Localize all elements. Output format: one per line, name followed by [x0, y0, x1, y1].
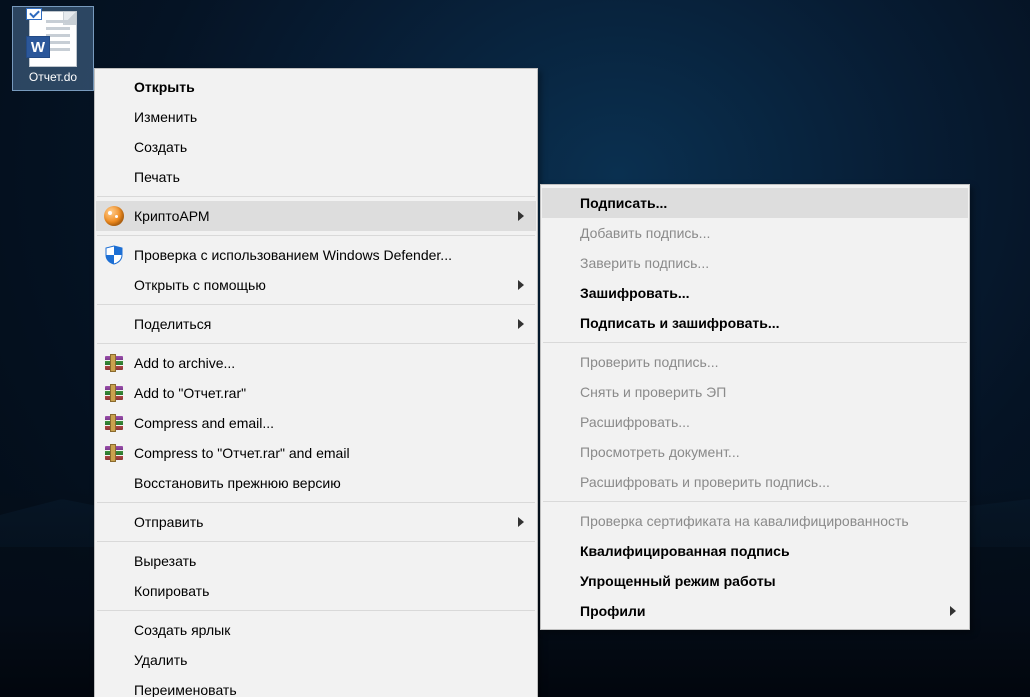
- menu-create-label: Создать: [134, 139, 187, 155]
- submenu-view-document[interactable]: Просмотреть документ...: [542, 437, 968, 467]
- submenu-profiles[interactable]: Профили: [542, 596, 968, 626]
- menu-rename[interactable]: Переименовать: [96, 675, 536, 697]
- menu-cryptoarm[interactable]: КриптоАРМ: [96, 201, 536, 231]
- menu-separator: [543, 342, 967, 343]
- menu-delete[interactable]: Удалить: [96, 645, 536, 675]
- menu-cryptoarm-label: КриптоАРМ: [134, 208, 210, 224]
- menu-create-shortcut-label: Создать ярлык: [134, 622, 230, 638]
- menu-send[interactable]: Отправить: [96, 507, 536, 537]
- menu-open[interactable]: Открыть: [96, 72, 536, 102]
- menu-separator: [97, 343, 535, 344]
- menu-separator: [97, 235, 535, 236]
- menu-add-to-rar[interactable]: Add to "Отчет.rar": [96, 378, 536, 408]
- menu-defender-label: Проверка с использованием Windows Defend…: [134, 247, 452, 263]
- submenu-arrow-icon: [518, 211, 524, 221]
- menu-separator: [543, 501, 967, 502]
- menu-delete-label: Удалить: [134, 652, 187, 668]
- submenu-decrypt[interactable]: Расшифровать...: [542, 407, 968, 437]
- submenu-view-document-label: Просмотреть документ...: [580, 444, 740, 460]
- submenu-sign-encrypt[interactable]: Подписать и зашифровать...: [542, 308, 968, 338]
- menu-compress-to-email[interactable]: Compress to "Отчет.rar" and email: [96, 438, 536, 468]
- submenu-sign-label: Подписать...: [580, 195, 667, 211]
- menu-cut[interactable]: Вырезать: [96, 546, 536, 576]
- winrar-icon: [104, 383, 124, 403]
- menu-copy-label: Копировать: [134, 583, 209, 599]
- menu-compress-to-email-label: Compress to "Отчет.rar" and email: [134, 445, 350, 461]
- menu-open-with[interactable]: Открыть с помощью: [96, 270, 536, 300]
- menu-create-shortcut[interactable]: Создать ярлык: [96, 615, 536, 645]
- menu-restore-previous[interactable]: Восстановить прежнюю версию: [96, 468, 536, 498]
- menu-open-label: Открыть: [134, 79, 195, 95]
- menu-rename-label: Переименовать: [134, 682, 237, 697]
- submenu-arrow-icon: [518, 517, 524, 527]
- menu-add-archive[interactable]: Add to archive...: [96, 348, 536, 378]
- menu-print[interactable]: Печать: [96, 162, 536, 192]
- menu-edit-label: Изменить: [134, 109, 197, 125]
- desktop-file-label: Отчет.do: [27, 69, 79, 85]
- winrar-icon: [104, 353, 124, 373]
- winrar-icon: [104, 413, 124, 433]
- menu-compress-email-label: Compress and email...: [134, 415, 274, 431]
- menu-print-label: Печать: [134, 169, 180, 185]
- menu-cut-label: Вырезать: [134, 553, 196, 569]
- submenu-profiles-label: Профили: [580, 603, 646, 619]
- submenu-simple-mode-label: Упрощенный режим работы: [580, 573, 776, 589]
- submenu-sign[interactable]: Подписать...: [542, 188, 968, 218]
- menu-separator: [97, 541, 535, 542]
- submenu-cert-check[interactable]: Проверка сертификата на кавалифицированн…: [542, 506, 968, 536]
- submenu-add-signature[interactable]: Добавить подпись...: [542, 218, 968, 248]
- submenu-certify-signature-label: Заверить подпись...: [580, 255, 709, 271]
- submenu-certify-signature[interactable]: Заверить подпись...: [542, 248, 968, 278]
- menu-restore-previous-label: Восстановить прежнюю версию: [134, 475, 341, 491]
- submenu-sign-encrypt-label: Подписать и зашифровать...: [580, 315, 780, 331]
- menu-separator: [97, 304, 535, 305]
- submenu-cert-check-label: Проверка сертификата на кавалифицированн…: [580, 513, 909, 529]
- menu-compress-email[interactable]: Compress and email...: [96, 408, 536, 438]
- word-document-icon: W: [29, 11, 77, 67]
- menu-open-with-label: Открыть с помощью: [134, 277, 266, 293]
- menu-separator: [97, 610, 535, 611]
- cryptoarm-submenu: Подписать... Добавить подпись... Заверит…: [540, 184, 970, 630]
- menu-copy[interactable]: Копировать: [96, 576, 536, 606]
- desktop-file-icon[interactable]: W Отчет.do: [12, 6, 94, 91]
- submenu-simple-mode[interactable]: Упрощенный режим работы: [542, 566, 968, 596]
- submenu-arrow-icon: [518, 319, 524, 329]
- submenu-qualified-signature-label: Квалифицированная подпись: [580, 543, 790, 559]
- menu-share[interactable]: Поделиться: [96, 309, 536, 339]
- submenu-remove-verify-label: Снять и проверить ЭП: [580, 384, 726, 400]
- context-menu: Открыть Изменить Создать Печать КриптоАР…: [94, 68, 538, 697]
- submenu-arrow-icon: [518, 280, 524, 290]
- submenu-decrypt-label: Расшифровать...: [580, 414, 690, 430]
- menu-edit[interactable]: Изменить: [96, 102, 536, 132]
- menu-add-to-rar-label: Add to "Отчет.rar": [134, 385, 246, 401]
- submenu-qualified-signature[interactable]: Квалифицированная подпись: [542, 536, 968, 566]
- menu-defender[interactable]: Проверка с использованием Windows Defend…: [96, 240, 536, 270]
- submenu-decrypt-verify-label: Расшифровать и проверить подпись...: [580, 474, 830, 490]
- submenu-encrypt[interactable]: Зашифровать...: [542, 278, 968, 308]
- submenu-add-signature-label: Добавить подпись...: [580, 225, 710, 241]
- menu-separator: [97, 196, 535, 197]
- cryptoarm-icon: [104, 206, 124, 226]
- submenu-encrypt-label: Зашифровать...: [580, 285, 690, 301]
- menu-create[interactable]: Создать: [96, 132, 536, 162]
- submenu-decrypt-verify[interactable]: Расшифровать и проверить подпись...: [542, 467, 968, 497]
- submenu-verify-signature[interactable]: Проверить подпись...: [542, 347, 968, 377]
- menu-send-label: Отправить: [134, 514, 203, 530]
- menu-share-label: Поделиться: [134, 316, 211, 332]
- submenu-remove-verify[interactable]: Снять и проверить ЭП: [542, 377, 968, 407]
- submenu-arrow-icon: [950, 606, 956, 616]
- menu-separator: [97, 502, 535, 503]
- defender-shield-icon: [104, 245, 124, 265]
- winrar-icon: [104, 443, 124, 463]
- submenu-verify-signature-label: Проверить подпись...: [580, 354, 719, 370]
- menu-add-archive-label: Add to archive...: [134, 355, 235, 371]
